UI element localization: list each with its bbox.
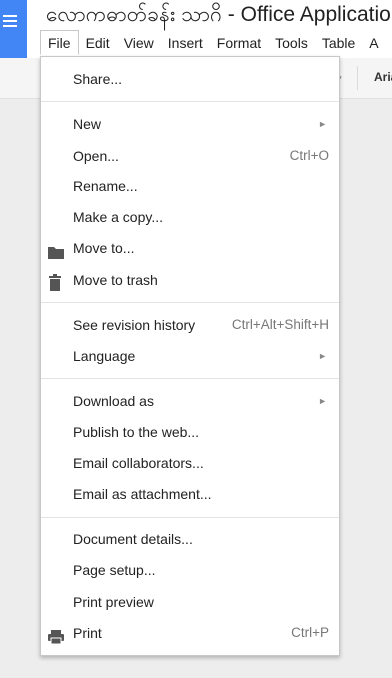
menu-item-label: See revision history xyxy=(73,317,196,333)
menu-item-email-attachment[interactable]: Email as attachment... xyxy=(41,479,339,509)
menu-item-label: Move to... xyxy=(73,240,135,256)
menu-item-download-as[interactable]: Download as ► xyxy=(41,386,339,416)
menu-item-new[interactable]: New ► xyxy=(41,109,339,139)
printer-icon xyxy=(47,625,64,645)
menu-item-label: Email collaborators... xyxy=(73,455,204,471)
menu-item-revision-history[interactable]: See revision history Ctrl+Alt+Shift+H xyxy=(41,310,339,340)
menu-item-label: Email as attachment... xyxy=(73,486,212,502)
menu-item-language[interactable]: Language ► xyxy=(41,341,339,371)
menu-item-rename[interactable]: Rename... xyxy=(41,171,339,201)
menu-item-share[interactable]: Share... xyxy=(41,64,339,94)
menu-item-label: Make a copy... xyxy=(73,209,164,225)
menu-item-move-to[interactable]: Move to... xyxy=(41,233,339,263)
menu-item-document-details[interactable]: Document details... xyxy=(41,524,339,554)
menu-bar: File Edit View Insert Format Tools Table A xyxy=(40,30,386,56)
file-menu-dropdown: Share... New ► Open... Ctrl+O Rename... … xyxy=(40,56,340,656)
menu-item-make-copy[interactable]: Make a copy... xyxy=(41,202,339,232)
menu-item-print[interactable]: Print Ctrl+P xyxy=(41,618,339,648)
menu-item-label: Download as xyxy=(73,393,154,409)
menu-item-page-setup[interactable]: Page setup... xyxy=(41,555,339,585)
menu-divider xyxy=(41,517,339,518)
menu-file[interactable]: File xyxy=(40,30,79,55)
shortcut-text: Ctrl+Alt+Shift+H xyxy=(231,317,329,332)
menu-view[interactable]: View xyxy=(117,31,161,56)
menu-item-label: Rename... xyxy=(73,178,138,194)
menu-item-email-collaborators[interactable]: Email collaborators... xyxy=(41,448,339,478)
menu-item-label: Move to trash xyxy=(73,272,158,288)
docs-lines-icon xyxy=(3,15,17,30)
font-selector[interactable]: Aria xyxy=(374,70,392,84)
menu-item-label: Language xyxy=(73,348,136,364)
menu-item-print-preview[interactable]: Print preview xyxy=(41,587,339,617)
docs-logo[interactable] xyxy=(0,0,27,58)
menu-tools[interactable]: Tools xyxy=(268,31,315,56)
folder-icon xyxy=(47,240,64,259)
menu-item-label: Document details... xyxy=(73,531,193,547)
menu-item-publish-web[interactable]: Publish to the web... xyxy=(41,417,339,447)
submenu-arrow-icon: ► xyxy=(318,396,327,406)
menu-addons[interactable]: A xyxy=(362,31,385,56)
menu-insert[interactable]: Insert xyxy=(161,31,210,56)
menu-table[interactable]: Table xyxy=(315,31,362,56)
document-title[interactable]: လောကဓာတ်ခန်း သာဂိ - Office Application xyxy=(46,2,392,28)
menu-item-label: Share... xyxy=(73,71,123,87)
menu-item-label: Publish to the web... xyxy=(73,424,200,440)
menu-divider xyxy=(41,378,339,379)
menu-format[interactable]: Format xyxy=(210,31,268,56)
menu-item-label: Page setup... xyxy=(73,562,156,578)
menu-item-label: Print preview xyxy=(73,594,154,610)
menu-divider xyxy=(41,302,339,303)
shortcut-text: Ctrl+O xyxy=(289,148,329,163)
shortcut-text: Ctrl+P xyxy=(291,625,329,640)
submenu-arrow-icon: ► xyxy=(318,351,327,361)
menu-divider xyxy=(41,101,339,102)
submenu-arrow-icon: ► xyxy=(318,119,327,129)
menu-item-label: Open... xyxy=(73,148,119,164)
menu-item-label: Print xyxy=(73,625,102,641)
menu-item-open[interactable]: Open... Ctrl+O xyxy=(41,141,339,171)
menu-edit[interactable]: Edit xyxy=(79,31,117,56)
toolbar-divider xyxy=(357,66,358,90)
menu-item-move-to-trash[interactable]: Move to trash xyxy=(41,265,339,295)
trash-icon xyxy=(47,272,63,291)
menu-item-label: New xyxy=(73,116,102,132)
